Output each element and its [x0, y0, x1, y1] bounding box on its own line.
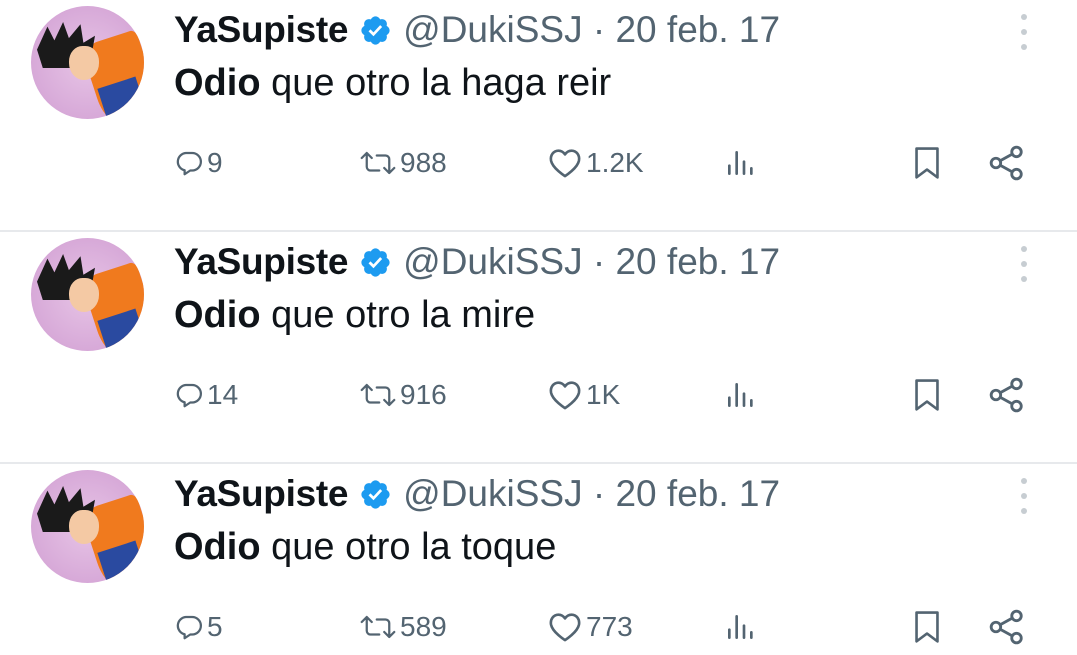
handle-and-date[interactable]: @DukiSSJ · 20 feb. 17	[403, 9, 780, 51]
retweet-count: 589	[400, 611, 447, 642]
reply-button[interactable]: 5	[174, 604, 223, 650]
retweet-icon	[360, 151, 396, 175]
views-icon	[728, 151, 753, 175]
reply-icon	[176, 615, 202, 640]
retweet-icon	[360, 383, 396, 407]
tweet-header: YaSupiste @DukiSSJ · 20 feb. 17	[174, 468, 780, 520]
more-icon[interactable]	[1019, 14, 1029, 50]
tweet-text: Odio que otro la toque	[174, 526, 556, 569]
handle-and-date[interactable]: @DukiSSJ · 20 feb. 17	[403, 473, 780, 515]
handle-and-date[interactable]: @DukiSSJ · 20 feb. 17	[403, 241, 780, 283]
like-icon	[549, 613, 581, 642]
tweet-text-rest: que otro la toque	[260, 526, 557, 568]
bookmark-icon	[915, 147, 939, 179]
action-bar: 5 589 773	[174, 604, 1034, 650]
reply-count: 5	[207, 611, 223, 642]
reply-count: 9	[207, 147, 223, 178]
more-icon[interactable]	[1019, 246, 1029, 282]
like-button[interactable]: 773	[547, 604, 633, 650]
like-count: 773	[586, 611, 633, 642]
retweet-button[interactable]: 589	[359, 604, 447, 650]
views-button[interactable]	[724, 372, 756, 418]
tweet-feed: YaSupiste @DukiSSJ · 20 feb. 17 Odio que…	[0, 0, 1077, 655]
views-icon	[728, 383, 753, 407]
views-icon	[728, 615, 753, 639]
tweet-text-rest: que otro la mire	[260, 294, 536, 336]
views-button[interactable]	[724, 604, 756, 650]
verified-badge-icon	[361, 247, 390, 277]
share-button[interactable]	[988, 372, 1026, 418]
verified-badge-icon	[361, 479, 390, 509]
bookmark-button[interactable]	[912, 604, 942, 650]
retweet-button[interactable]: 988	[359, 140, 447, 186]
more-icon[interactable]	[1019, 478, 1029, 514]
bookmark-icon	[915, 379, 939, 411]
action-bar: 14 916 1K	[174, 372, 1034, 418]
tweet-3[interactable]: YaSupiste @DukiSSJ · 20 feb. 17 Odio que…	[0, 464, 1077, 655]
share-icon	[989, 377, 1023, 413]
like-icon	[549, 381, 581, 410]
retweet-button[interactable]: 916	[359, 372, 447, 418]
tweet-2[interactable]: YaSupiste @DukiSSJ · 20 feb. 17 Odio que…	[0, 232, 1077, 464]
retweet-count: 988	[400, 147, 447, 178]
like-icon	[549, 149, 581, 178]
bookmark-button[interactable]	[912, 140, 942, 186]
tweet-text-rest: que otro la haga reir	[260, 62, 612, 104]
tweet-text: Odio que otro la mire	[174, 294, 535, 337]
retweet-count: 916	[400, 379, 447, 410]
reply-button[interactable]: 14	[174, 372, 238, 418]
like-button[interactable]: 1K	[547, 372, 620, 418]
reply-button[interactable]: 9	[174, 140, 223, 186]
avatar[interactable]	[31, 6, 144, 119]
tweet-text: Odio que otro la haga reir	[174, 62, 611, 105]
author-name[interactable]: YaSupiste	[174, 9, 348, 51]
share-button[interactable]	[988, 604, 1026, 650]
bookmark-icon	[915, 611, 939, 643]
reply-count: 14	[207, 379, 239, 410]
bookmark-button[interactable]	[912, 372, 942, 418]
author-name[interactable]: YaSupiste	[174, 241, 348, 283]
views-button[interactable]	[724, 140, 756, 186]
tweet-header: YaSupiste @DukiSSJ · 20 feb. 17	[174, 236, 780, 288]
retweet-icon	[360, 615, 396, 639]
avatar[interactable]	[31, 238, 144, 351]
tweet-text-bold: Odio	[174, 62, 261, 104]
reply-icon	[176, 383, 202, 408]
verified-badge-icon	[361, 15, 390, 45]
tweet-header: YaSupiste @DukiSSJ · 20 feb. 17	[174, 4, 780, 56]
tweet-text-bold: Odio	[174, 526, 261, 568]
author-name[interactable]: YaSupiste	[174, 473, 348, 515]
tweet-text-bold: Odio	[174, 294, 261, 336]
avatar[interactable]	[31, 470, 144, 583]
share-button[interactable]	[988, 140, 1026, 186]
action-bar: 9 988 1.2K	[174, 140, 1034, 186]
tweet-1[interactable]: YaSupiste @DukiSSJ · 20 feb. 17 Odio que…	[0, 0, 1077, 232]
like-count: 1.2K	[586, 147, 644, 178]
like-count: 1K	[586, 379, 621, 410]
like-button[interactable]: 1.2K	[547, 140, 644, 186]
share-icon	[989, 609, 1023, 645]
share-icon	[989, 145, 1023, 181]
reply-icon	[176, 151, 202, 176]
